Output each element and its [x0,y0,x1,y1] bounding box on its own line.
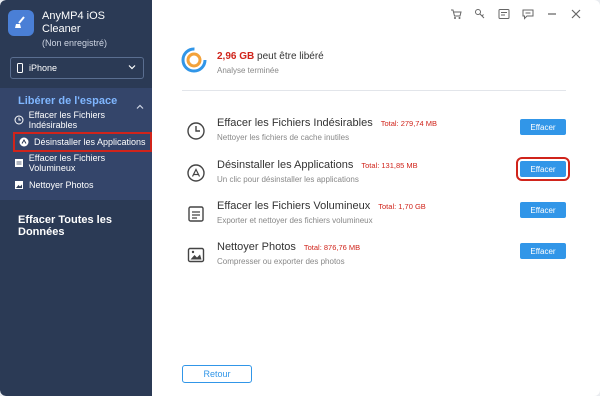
sidebar: AnyMP4 iOS Cleaner (Non enregistré) iPho… [0,0,152,396]
freeable-amount: 2,96 GB [217,51,255,62]
row-title-text: Effacer les Fichiers Indésirables [217,117,373,129]
uninstall-apps-row: Désinstaller les Applications Total: 131,… [186,157,571,193]
sidebar-item-label: Désinstaller les Applications [34,137,146,147]
erase-photos-button[interactable]: Effacer [520,243,566,259]
scan-complete-icon [181,47,207,73]
erase-large-files-button[interactable]: Effacer [520,202,566,218]
minimize-icon[interactable] [546,8,558,20]
row-title: Désinstaller les Applications Total: 131,… [217,159,418,171]
clock-icon [186,121,206,141]
row-description: Un clic pour désinstaller les applicatio… [217,175,359,184]
erase-junk-files-button[interactable]: Effacer [520,119,566,135]
document-icon [186,204,206,224]
image-icon [186,245,206,265]
row-description: Compresser ou exporter des photos [217,257,345,266]
divider [182,90,566,91]
freeable-text: peut être libéré [257,51,324,62]
row-title-text: Effacer les Fichiers Volumineux [217,200,371,212]
device-name: iPhone [29,63,58,73]
key-icon[interactable] [474,8,486,20]
row-title: Nettoyer Photos Total: 876,76 MB [217,241,360,253]
sidebar-item-uninstall-apps[interactable]: Désinstaller les Applications [13,132,152,152]
window-controls [450,8,582,20]
photo-icon [13,179,25,191]
junk-files-row: Effacer les Fichiers Indésirables Total: … [186,117,571,151]
row-description: Nettoyer les fichiers de cache inutiles [217,133,350,142]
sidebar-item-erase-all[interactable]: Effacer Toutes les Données [18,214,152,238]
large-files-row: Effacer les Fichiers Volumineux Total: 1,… [186,200,571,234]
app-name: AnyMP4 iOS Cleaner [42,10,105,35]
broom-logo-icon [8,10,34,36]
erase-apps-button[interactable]: Effacer [516,157,570,181]
sidebar-item-large-files[interactable]: Effacer les Fichiers Volumineux [13,153,152,173]
sidebar-item-label: Effacer les Fichiers Indésirables [28,110,105,130]
chat-icon[interactable] [522,8,534,20]
app-window: AnyMP4 iOS Cleaner (Non enregistré) iPho… [0,0,600,396]
row-title-text: Nettoyer Photos [217,241,296,253]
row-total: Total: 1,70 GB [378,202,426,211]
cart-icon[interactable] [450,8,462,20]
section-title[interactable]: Libérer de l'espace [18,95,117,107]
app-icon [18,136,30,148]
sidebar-item-label: Effacer les Fichiers Volumineux [28,153,106,173]
row-total: Total: 876,76 MB [303,243,361,252]
photos-row: Nettoyer Photos Total: 876,76 MB Compress… [186,241,571,275]
sidebar-item-photos[interactable]: Nettoyer Photos [13,177,94,193]
row-title: Effacer les Fichiers Volumineux Total: 1,… [217,200,426,212]
brand: AnyMP4 iOS Cleaner (Non enregistré) [8,10,148,50]
feedback-icon[interactable] [498,8,510,20]
clock-icon [13,114,25,126]
scan-status: Analyse terminée [217,66,279,75]
row-total: Total: 131,85 MB [361,161,418,170]
registration-status: (Non enregistré) [42,38,108,48]
row-title-text: Désinstaller les Applications [217,159,354,171]
row-title: Effacer les Fichiers Indésirables Total: … [217,117,437,129]
sidebar-item-label: Nettoyer Photos [29,180,94,190]
free-space-section: Libérer de l'espace Effacer les Fichiers… [0,88,152,200]
device-select[interactable]: iPhone [10,57,144,79]
chevron-down-icon [127,62,137,72]
phone-icon [17,63,23,73]
back-button[interactable]: Retour [182,365,252,383]
row-description: Exporter et nettoyer des fichiers volumi… [217,216,373,225]
close-icon[interactable] [570,8,582,20]
app-store-icon [186,163,206,183]
sidebar-item-junk-files[interactable]: Effacer les Fichiers Indésirables [13,110,152,130]
freeable-space-summary: 2,96 GB peut être libéré [217,51,324,62]
file-icon [13,157,25,169]
chevron-up-icon[interactable] [136,98,144,109]
row-total: Total: 279,74 MB [380,119,437,128]
